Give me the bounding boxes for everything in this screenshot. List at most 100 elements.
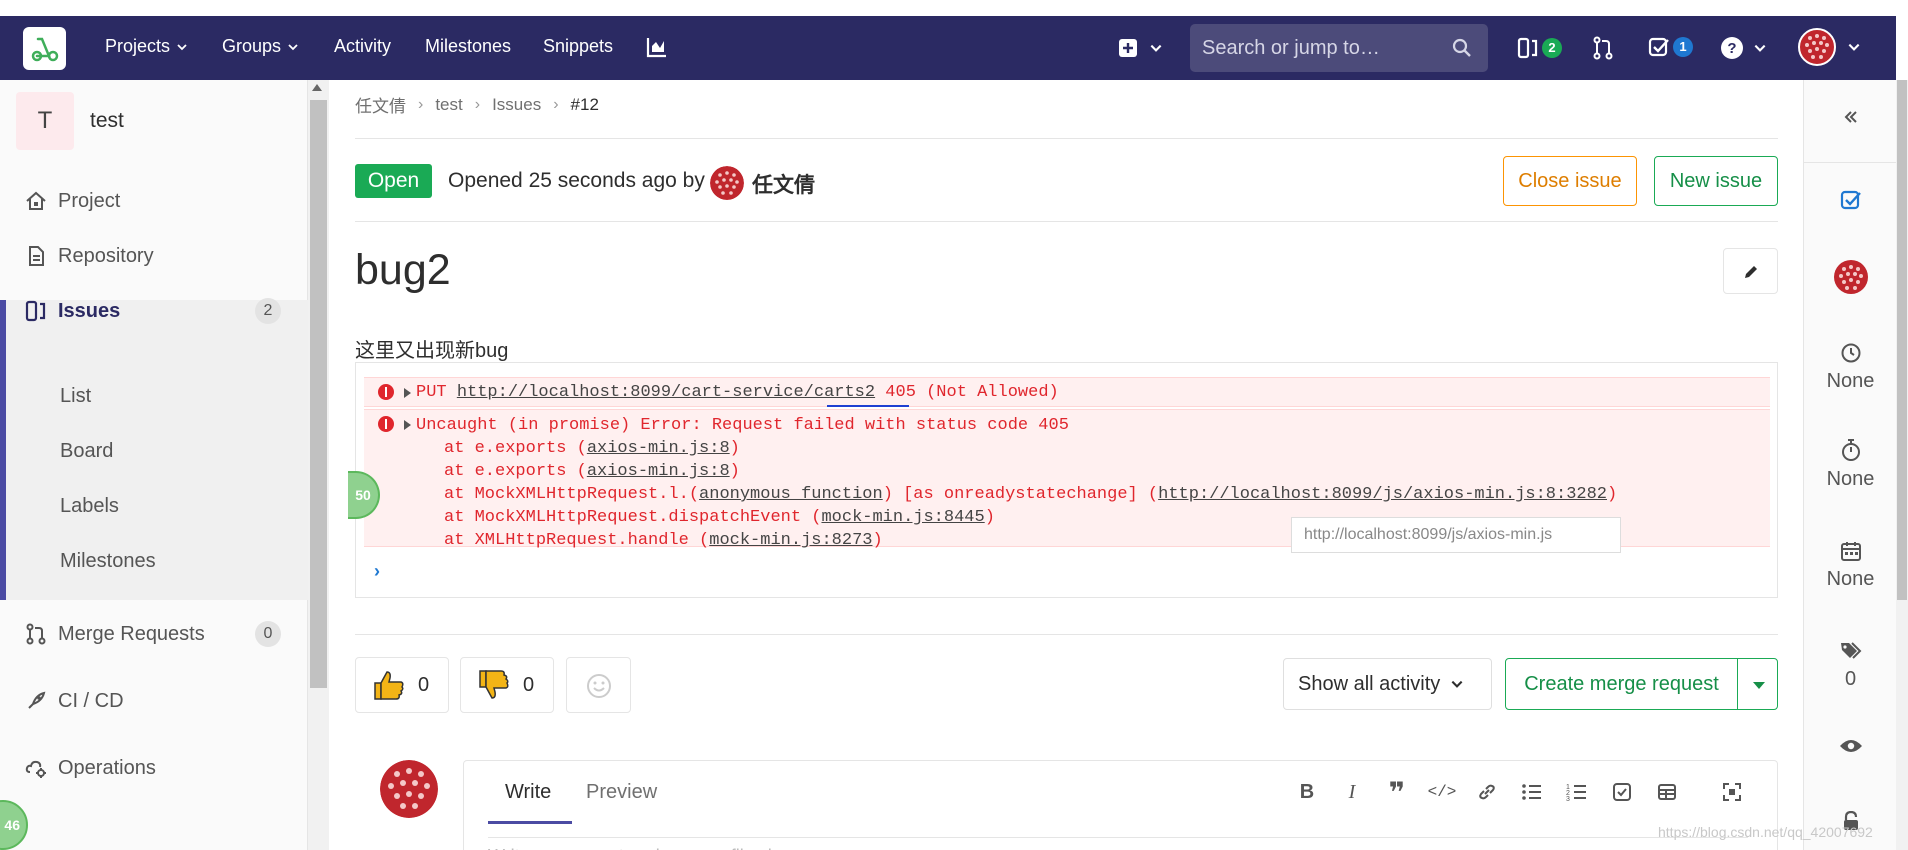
sidebar-item-merge-requests[interactable]: Merge Requests 0 [0, 601, 308, 667]
header-todos[interactable]: 1 [1648, 36, 1693, 58]
console-error-line: PUT http://localhost:8099/cart-service/c… [364, 377, 1770, 407]
document-icon [29, 246, 44, 266]
chevron-down-icon [288, 43, 298, 50]
tab-preview[interactable]: Preview [586, 781, 657, 804]
divider [355, 221, 1778, 222]
expand-triangle-icon [404, 420, 411, 430]
close-issue-button[interactable]: Close issue [1503, 156, 1637, 206]
rocket-icon [28, 691, 46, 709]
sidebar-sub-board[interactable]: Board [60, 440, 113, 463]
show-activity-dropdown[interactable]: Show all activity [1283, 658, 1492, 710]
comment-form: Write Preview B I ❞ </> 123 Write a comm… [463, 760, 1778, 850]
active-tab-indicator [488, 821, 572, 824]
thumbs-up-button[interactable]: 0 [355, 657, 449, 713]
edit-issue-button[interactable] [1723, 248, 1778, 294]
calendar-icon [1840, 542, 1861, 561]
italic-icon[interactable]: I [1339, 779, 1365, 805]
search-box[interactable] [1190, 24, 1488, 72]
merge-request-dropdown-toggle[interactable] [1737, 658, 1778, 710]
numbered-list-icon[interactable]: 123 [1564, 779, 1590, 805]
breadcrumb-current[interactable]: #12 [571, 95, 599, 115]
scroll-up-arrow-icon[interactable] [312, 84, 322, 91]
top-strip [0, 0, 1908, 16]
search-input[interactable] [1202, 34, 1442, 62]
sidebar-sub-list[interactable]: List [60, 385, 91, 408]
ordered-list-icon: 123 [1566, 784, 1586, 803]
sidebar-item-cicd[interactable]: CI / CD [0, 668, 308, 734]
sidebar-sub-milestones[interactable]: Milestones [60, 550, 156, 573]
bold-icon[interactable]: B [1294, 779, 1320, 805]
issues-icon [25, 300, 46, 322]
page-scrollbar-thumb[interactable] [1897, 80, 1907, 600]
sidebar-project-header[interactable]: T test [16, 92, 124, 150]
sidebar-assignee[interactable] [1804, 259, 1897, 295]
create-merge-request-button[interactable]: Create merge request [1505, 658, 1738, 710]
bullet-list-icon[interactable] [1519, 779, 1545, 805]
sidebar-sub-labels[interactable]: Labels [60, 495, 119, 518]
new-dropdown[interactable] [1118, 38, 1163, 58]
sidebar-time-tracking[interactable]: None [1804, 438, 1897, 491]
breadcrumb-user[interactable]: 任文倩 [355, 92, 406, 117]
merge-requests-count: 0 [255, 621, 281, 647]
plus-square-icon [1119, 39, 1137, 57]
nav-milestones[interactable]: Milestones [425, 36, 511, 57]
assignee-avatar [1833, 260, 1868, 294]
nav-projects[interactable]: Projects [105, 36, 188, 57]
current-user-avatar[interactable] [380, 760, 438, 818]
divider [1804, 162, 1897, 163]
user-menu[interactable] [1798, 28, 1861, 66]
breadcrumb-project[interactable]: test [435, 95, 462, 115]
issue-title: bug2 [355, 246, 451, 294]
task-list-icon[interactable] [1609, 779, 1635, 805]
right-sidebar: None None None 0 [1803, 80, 1897, 850]
header-merge-requests[interactable] [1592, 36, 1614, 60]
author-name[interactable]: 任文倩 [752, 169, 815, 199]
header-issues[interactable]: 2 [1517, 36, 1562, 60]
eye-icon [1839, 740, 1862, 752]
help-dropdown[interactable]: ? [1720, 36, 1767, 60]
table-icon[interactable] [1654, 779, 1680, 805]
sidebar-due-date[interactable]: None [1804, 540, 1897, 591]
sidebar-scrollbar-thumb[interactable] [310, 100, 327, 688]
sidebar-item-operations[interactable]: Operations [0, 735, 308, 801]
divider [355, 138, 1778, 139]
console-line-2: Uncaught (in promise) Error: Request fai… [416, 416, 1069, 435]
code-icon[interactable]: </> [1428, 779, 1457, 805]
left-sidebar: T test Project Repository Issues 2 List … [0, 80, 308, 850]
author-avatar[interactable] [710, 166, 744, 200]
sidebar-labels[interactable]: 0 [1804, 640, 1897, 691]
link-icon[interactable] [1474, 779, 1500, 805]
new-issue-button[interactable]: New issue [1654, 156, 1778, 206]
issue-description: 这里又出现新bug [355, 340, 509, 362]
thumbs-down-button[interactable]: 0 [460, 657, 554, 713]
nav-analytics[interactable] [646, 36, 668, 58]
nav-groups[interactable]: Groups [222, 36, 299, 57]
add-reaction-button[interactable] [566, 657, 631, 713]
chart-icon [646, 38, 666, 58]
help-icon: ? [1721, 37, 1743, 59]
sidebar-item-issues[interactable]: Issues 2 [6, 278, 308, 344]
app-logo[interactable] [23, 27, 66, 70]
sidebar-milestone[interactable]: None [1804, 342, 1897, 393]
expand-icon [1723, 783, 1741, 801]
merge-request-icon [26, 623, 46, 645]
comment-textarea[interactable]: Write a comment or drag your files here.… [488, 837, 1748, 850]
search-icon [1452, 38, 1471, 57]
quote-icon[interactable]: ❞ [1384, 777, 1410, 808]
svg-text:3: 3 [1566, 796, 1570, 803]
chevron-down-icon [1848, 43, 1860, 51]
nav-snippets[interactable]: Snippets [543, 36, 613, 57]
fullscreen-icon[interactable] [1719, 779, 1745, 805]
stack-line-3: at MockXMLHttpRequest.l.(anonymous funct… [444, 485, 1618, 504]
tab-write[interactable]: Write [505, 781, 551, 804]
sidebar-todo-button[interactable] [1804, 188, 1897, 212]
top-navbar: Projects Groups Activity Milestones Snip… [0, 16, 1896, 80]
description-image: PUT http://localhost:8099/cart-service/c… [348, 362, 1778, 598]
breadcrumb-issues[interactable]: Issues [492, 95, 541, 115]
svg-text:?: ? [1727, 40, 1736, 57]
collapse-sidebar-button[interactable] [1804, 108, 1897, 126]
chevron-down-icon [1754, 44, 1766, 52]
nav-activity[interactable]: Activity [334, 36, 391, 57]
sidebar-notifications[interactable] [1804, 738, 1897, 754]
merge-request-icon [1593, 36, 1613, 60]
